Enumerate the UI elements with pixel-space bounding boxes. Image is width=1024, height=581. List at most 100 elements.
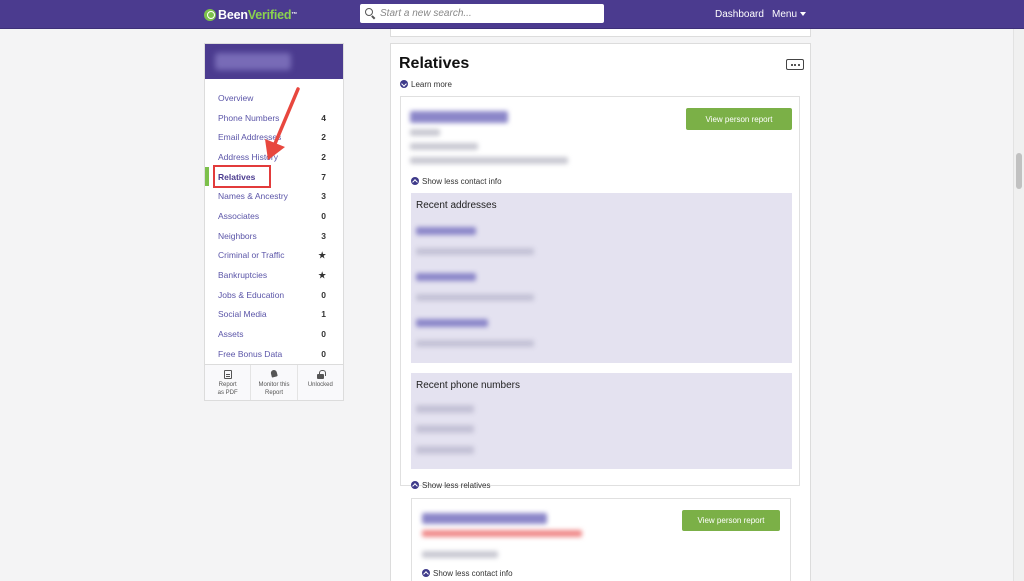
recent-addresses-box: Recent addresses [411, 193, 792, 363]
relatives-section: Relatives Learn more View person report … [390, 43, 811, 581]
chevron-up-icon [411, 481, 419, 489]
more-options-button[interactable] [786, 59, 804, 70]
monitor-report-button[interactable]: Monitor this Report [251, 365, 298, 400]
show-less-relatives-label: Show less relatives [422, 481, 491, 490]
sidebar-item-free-bonus-data[interactable]: Free Bonus Data 0 [205, 344, 343, 364]
section-title: Relatives [399, 55, 470, 72]
sidebar-item-social-media[interactable]: Social Media 1 [205, 305, 343, 325]
recent-addresses-title: Recent addresses [416, 200, 497, 211]
sidebar-item-count: 0 [321, 289, 326, 300]
relative-card: View person report Show less contact inf… [411, 498, 791, 581]
sidebar-item-count: 0 [321, 210, 326, 221]
sidebar-item-count: 3 [321, 191, 326, 202]
redacted-address-detail [416, 294, 534, 301]
sidebar-item-count: 3 [321, 230, 326, 241]
menu-dropdown[interactable]: Menu [772, 9, 807, 20]
scrollbar-thumb[interactable] [1016, 153, 1022, 189]
report-sidebar: Overview Phone Numbers 4 Email Addresses 2… [204, 43, 344, 401]
learn-more-label: Learn more [411, 80, 452, 89]
pdf-label-1: Report [218, 382, 237, 388]
redacted-phone [416, 405, 474, 413]
redacted-relative-name [422, 513, 547, 524]
star-icon: ★ [318, 249, 326, 260]
page-scrollbar[interactable] [1013, 29, 1024, 581]
sidebar-item-count: 2 [321, 151, 326, 162]
show-less-contact-toggle[interactable]: Show less contact info [411, 177, 502, 186]
sidebar-item-phone-numbers[interactable]: Phone Numbers 4 [205, 108, 343, 128]
relative-card: View person report Show less contact inf… [400, 96, 800, 486]
sidebar-item-names-ancestry[interactable]: Names & Ancestry 3 [205, 186, 343, 206]
star-icon: ★ [318, 269, 326, 280]
sidebar-item-relatives[interactable]: Relatives 7 [205, 164, 343, 188]
sidebar-item-label: Overview [218, 92, 254, 103]
sidebar-item-label: Phone Numbers [218, 112, 280, 123]
logo-icon [204, 9, 216, 21]
chevron-down-icon [800, 12, 807, 16]
redacted-relative-name [410, 111, 508, 123]
sidebar-footer: Report as PDF Monitor this Report Unlock… [205, 364, 343, 400]
redacted-detail [410, 157, 568, 164]
sidebar-item-label: Jobs & Education [218, 289, 285, 300]
search-input[interactable] [380, 8, 590, 19]
redacted-address [416, 227, 476, 235]
sidebar-item-count: 0 [321, 348, 326, 359]
pdf-label-2: as PDF [217, 390, 238, 396]
search-bar[interactable] [360, 4, 604, 23]
sidebar-item-jobs-education[interactable]: Jobs & Education 0 [205, 285, 343, 305]
sidebar-item-criminal-traffic[interactable]: Criminal or Traffic ★ [205, 246, 343, 266]
sidebar-item-label: Names & Ancestry [218, 191, 288, 202]
sidebar-item-count: 2 [321, 132, 326, 143]
unlocked-button[interactable]: Unlocked [297, 365, 343, 400]
sidebar-item-label: Bankruptcies [218, 270, 268, 281]
sidebar-nav: Overview Phone Numbers 4 Email Addresses 2… [205, 79, 343, 364]
redacted-phone [416, 425, 474, 433]
unlock-icon [316, 370, 327, 379]
sidebar-item-bankruptcies[interactable]: Bankruptcies ★ [205, 265, 343, 285]
report-pdf-button[interactable]: Report as PDF [205, 365, 252, 400]
sidebar-item-count: 0 [321, 329, 326, 340]
sidebar-item-label: Neighbors [218, 230, 257, 241]
sidebar-item-count: 4 [321, 112, 326, 123]
recent-phones-box: Recent phone numbers [411, 373, 792, 469]
sidebar-item-associates[interactable]: Associates 0 [205, 206, 343, 226]
dashboard-link[interactable]: Dashboard [715, 9, 764, 20]
highlight-box [213, 164, 271, 188]
view-person-report-button[interactable]: View person report [686, 108, 792, 130]
sidebar-item-email-addresses[interactable]: Email Addresses 2 [205, 127, 343, 147]
redacted-address [416, 273, 476, 281]
unlocked-label: Unlocked [307, 382, 333, 388]
sidebar-header [205, 44, 343, 79]
sidebar-item-label: Email Addresses [218, 132, 282, 143]
recent-phones-title: Recent phone numbers [416, 380, 520, 391]
logo-text-been: Been [218, 8, 248, 22]
sidebar-item-count: 7 [321, 171, 326, 182]
monitor-label-2: Report [264, 390, 283, 396]
redacted-detail [422, 551, 498, 558]
sidebar-item-label: Social Media [218, 309, 267, 320]
learn-more-toggle[interactable]: Learn more [400, 80, 452, 89]
show-less-contact-toggle[interactable]: Show less contact info [422, 569, 513, 578]
redacted-person-name [215, 53, 291, 70]
redacted-detail [410, 129, 440, 136]
monitor-label-1: Monitor this [258, 382, 290, 388]
chevron-up-icon [422, 569, 430, 577]
redacted-phone [416, 446, 474, 454]
sidebar-item-label: Associates [218, 210, 260, 221]
document-icon [223, 370, 232, 379]
sidebar-item-count: 1 [321, 309, 326, 320]
sidebar-item-assets[interactable]: Assets 0 [205, 324, 343, 344]
search-icon [365, 8, 376, 19]
previous-section-edge [390, 29, 811, 37]
show-less-relatives-toggle[interactable]: Show less relatives [411, 481, 490, 490]
redacted-detail [410, 143, 478, 150]
beenverified-logo[interactable]: Been Verified ™ [204, 7, 297, 23]
sidebar-item-neighbors[interactable]: Neighbors 3 [205, 226, 343, 246]
chevron-up-icon [411, 177, 419, 185]
sidebar-item-overview[interactable]: Overview [205, 88, 343, 108]
redacted-relative-note [422, 530, 582, 537]
show-less-contact-label: Show less contact info [433, 569, 513, 578]
chevron-down-icon [400, 80, 408, 88]
view-person-report-button[interactable]: View person report [682, 510, 780, 531]
menu-label: Menu [772, 9, 798, 20]
top-navbar: BeenVerified™ Dashboard Menu [0, 0, 1024, 29]
